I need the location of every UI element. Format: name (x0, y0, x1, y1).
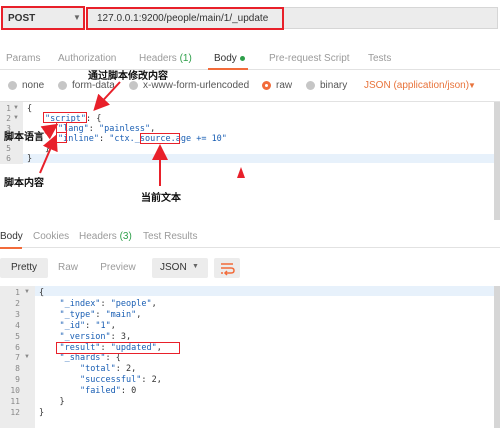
tab-response-body[interactable]: Body (0, 231, 23, 242)
response-headers-count: (3) (119, 231, 132, 242)
response-code-line: "_type": "main", (59, 309, 142, 320)
response-format-select[interactable]: JSON ▼ (152, 258, 208, 278)
response-body-viewer[interactable]: 1 ▼ 2 3 4 5 6 7 ▼ 8 9 10 11 12 { "_index": "people", … (0, 286, 500, 428)
line-number: 10 (10, 386, 20, 396)
request-body-editor[interactable]: 1 ▼ 2 ▼ 3 4 5 6 { "script": { "lang": "p… (0, 101, 500, 220)
label-raw: raw (276, 80, 293, 91)
method-highlight-box (1, 6, 85, 30)
source-highlight-box (140, 133, 180, 144)
body-indicator-dot (239, 55, 245, 61)
response-gutter: 1 ▼ 2 3 4 5 6 7 ▼ 8 9 10 11 12 (0, 286, 35, 428)
tab-tests[interactable]: Tests (368, 53, 391, 64)
body-type-options: none form-data x-www-form-urlencoded raw… (0, 78, 500, 96)
line-number: 6 (6, 154, 11, 163)
line-number: 6 (15, 342, 20, 352)
fold-icon[interactable]: ▼ (13, 105, 19, 111)
code-line-5: } (45, 144, 51, 154)
radio-urlencoded[interactable] (129, 81, 138, 90)
response-code-line: "_version": 3, (59, 331, 132, 342)
line-number: 11 (10, 397, 20, 406)
line-number: 3 (15, 309, 20, 319)
tab-test-results[interactable]: Test Results (143, 231, 197, 242)
raw-button[interactable]: Raw (52, 258, 84, 278)
editor-scrollbar[interactable] (494, 102, 500, 220)
response-code-line: "total": 2, (79, 364, 137, 375)
chevron-down-icon: ▼ (192, 263, 199, 270)
radio-form-data[interactable] (58, 81, 67, 90)
response-format-label: JSON (160, 262, 187, 273)
line-number: 7 (15, 353, 20, 363)
content-type-select[interactable]: JSON (application/json) (364, 80, 469, 91)
response-tabs: Body Cookies Headers (3) Test Results (0, 226, 500, 249)
line-number: 8 (15, 364, 20, 374)
active-line-highlight (35, 286, 500, 296)
active-line-highlight (23, 154, 500, 163)
response-code-line: } (39, 397, 65, 407)
line-number: 1 (15, 288, 20, 297)
annotation-current-document: 当前文本 (141, 193, 181, 204)
tab-params[interactable]: Params (6, 53, 40, 64)
inline-key-highlight-box (56, 132, 67, 143)
line-number: 2 (15, 298, 20, 308)
tab-headers[interactable]: Headers (1) (139, 53, 192, 64)
result-highlight-box (56, 342, 180, 354)
request-tabs: Params Authorization Headers (1) Body Pr… (0, 46, 500, 70)
line-number: 5 (6, 144, 11, 153)
tab-response-headers[interactable]: Headers (3) (79, 231, 132, 242)
tab-authorization[interactable]: Authorization (58, 53, 116, 64)
code-line-6: } (27, 154, 33, 164)
headers-count: (1) (179, 53, 192, 64)
response-code-line: "failed": 0 (79, 386, 137, 397)
preview-button[interactable]: Preview (92, 258, 144, 278)
line-number: 12 (10, 407, 20, 417)
active-tab-underline (0, 247, 22, 249)
fold-icon[interactable]: ▼ (24, 354, 30, 360)
radio-none[interactable] (8, 81, 17, 90)
response-code-line: "_id": "1", (59, 320, 116, 331)
response-code-line: } (39, 407, 45, 418)
wrap-lines-button[interactable] (214, 258, 240, 278)
annotation-script-content: 脚本内容 (4, 178, 44, 189)
tab-body[interactable]: Body (214, 53, 245, 64)
radio-raw[interactable] (262, 81, 271, 90)
tab-cookies[interactable]: Cookies (33, 231, 69, 242)
fold-icon[interactable]: ▼ (24, 289, 30, 295)
line-number: 2 (6, 114, 11, 123)
response-code-line: { (39, 288, 45, 298)
line-number: 9 (15, 375, 20, 385)
code-line-1: { (27, 104, 33, 114)
chevron-down-icon: ▼ (468, 81, 476, 90)
line-number: 4 (15, 320, 20, 330)
response-toolbar: Pretty Raw Preview JSON ▼ (0, 256, 500, 280)
annotation-script-language: 脚本语言 (4, 132, 44, 143)
tab-prerequest-script[interactable]: Pre-request Script (269, 53, 350, 64)
pretty-button[interactable]: Pretty (0, 258, 48, 278)
annotation-modify-via-script: 通过脚本修改内容 (88, 71, 168, 82)
response-code-line: "successful": 2, (79, 375, 162, 386)
response-scrollbar[interactable] (494, 286, 500, 428)
url-highlight-box (86, 7, 284, 30)
line-number: 5 (15, 331, 20, 341)
label-none: none (22, 80, 45, 91)
url-bar: POST ▼ 127.0.0.1:9200/people/main/1/_upd… (0, 2, 500, 34)
line-number: 1 (6, 104, 11, 113)
fold-icon[interactable]: ▼ (13, 115, 19, 121)
radio-binary[interactable] (306, 81, 315, 90)
label-binary: binary (320, 80, 348, 91)
response-code-line: "_index": "people", (59, 298, 157, 309)
wrap-lines-icon (221, 263, 235, 276)
active-tab-underline (208, 68, 248, 70)
response-code-line: "_shards": { (59, 353, 121, 364)
